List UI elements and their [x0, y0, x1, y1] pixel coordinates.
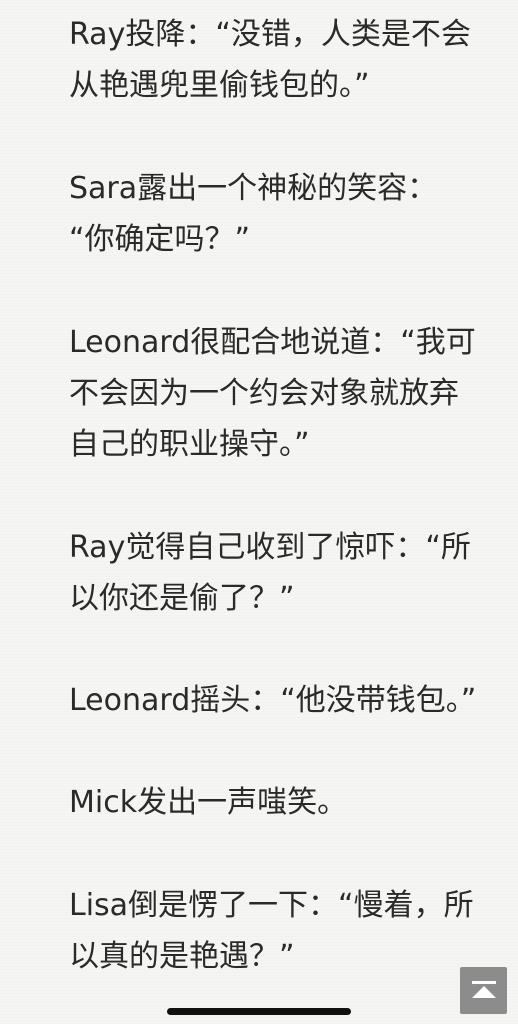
text-line: Lisa倒是愣了一下：“慢着，所	[69, 888, 474, 923]
text-line: Leonard摇头：“他没带钱包。”	[69, 683, 477, 718]
arrow-up-to-top-icon	[471, 980, 497, 1002]
paragraph: Lisa倒是愣了一下：“慢着，所 以真的是艳遇？”	[69, 880, 509, 982]
scroll-to-top-button[interactable]	[460, 967, 507, 1014]
text-line: 以真的是艳遇？”	[69, 939, 295, 974]
text-line: Ray觉得自己收到了惊吓：“所	[69, 530, 471, 565]
text-line: Leonard很配合地说道：“我可	[69, 325, 476, 360]
text-line: 自己的职业操守。”	[69, 427, 310, 462]
text-line: 从艳遇兜里偷钱包的。”	[69, 68, 370, 103]
text-line: Sara露出一个神秘的笑容：	[69, 171, 438, 206]
text-line: “你确定吗？”	[69, 222, 251, 257]
paragraph: Mick发出一声嗤笑。	[69, 777, 509, 828]
text-line: Ray投降：“没错，人类是不会	[69, 17, 471, 52]
paragraph: Ray觉得自己收到了惊吓：“所 以你还是偷了？”	[69, 522, 509, 624]
paragraph: Ray投降：“没错，人类是不会 从艳遇兜里偷钱包的。”	[69, 9, 509, 111]
text-line: Mick发出一声嗤笑。	[69, 785, 348, 820]
paragraph: Leonard很配合地说道：“我可 不会因为一个约会对象就放弃 自己的职业操守。…	[69, 317, 509, 470]
reader-page: Ray投降：“没错，人类是不会 从艳遇兜里偷钱包的。” Sara露出一个神秘的笑…	[0, 0, 518, 1024]
paragraph: Leonard摇头：“他没带钱包。”	[69, 675, 509, 726]
text-line: 以你还是偷了？”	[69, 581, 295, 616]
paragraph: Sara露出一个神秘的笑容： “你确定吗？”	[69, 163, 509, 265]
home-indicator	[167, 1008, 351, 1015]
text-line: 不会因为一个约会对象就放弃	[69, 376, 459, 411]
